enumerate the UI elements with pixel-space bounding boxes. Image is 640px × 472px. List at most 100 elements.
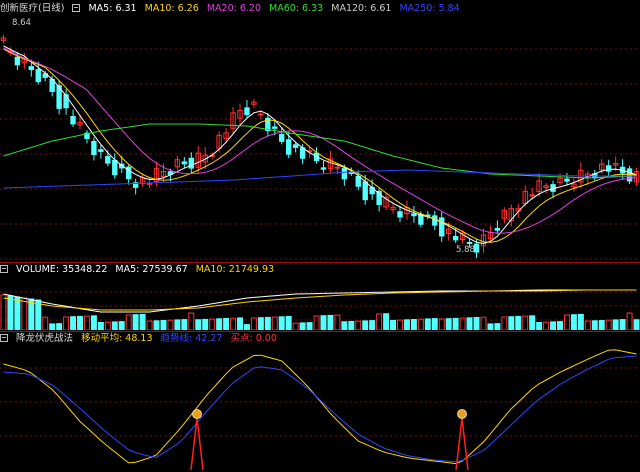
candle-body <box>439 217 445 237</box>
volume-bar <box>306 322 313 330</box>
volume-bar <box>543 321 550 330</box>
volume-bar <box>431 318 438 330</box>
volume-bar <box>216 318 223 330</box>
volume-bar <box>139 313 146 330</box>
candle-body <box>279 134 285 142</box>
volume-bar <box>257 317 264 330</box>
candle-body <box>411 213 417 217</box>
volume-bar <box>125 314 132 330</box>
volume-bar <box>348 321 355 330</box>
volume-bar <box>90 315 97 330</box>
volume-bar <box>299 322 306 330</box>
volume-bar <box>111 321 118 330</box>
window-square-icon[interactable] <box>0 265 8 273</box>
volume-bar <box>550 321 557 330</box>
volume-bar <box>598 320 605 330</box>
candle-body <box>334 166 341 169</box>
volume-bar <box>515 315 522 330</box>
window-square-icon[interactable] <box>72 4 81 12</box>
volume-bar <box>104 321 111 330</box>
volume-bar <box>70 316 77 330</box>
candle-body <box>35 69 41 83</box>
volume-bar <box>626 312 633 330</box>
indicator-chart[interactable] <box>0 346 640 472</box>
candle-body <box>466 241 473 244</box>
volume-bar <box>237 317 243 330</box>
volume-bar <box>42 316 49 330</box>
volume-bar <box>63 316 70 330</box>
money-bag-icon <box>457 409 467 419</box>
candle-body <box>181 161 188 165</box>
volume-bar <box>195 319 202 330</box>
volume-bar <box>278 316 285 330</box>
ma10-label: MA10: 6.26 <box>144 3 199 14</box>
buy-signal-spike <box>190 417 204 471</box>
candle-body <box>28 66 35 71</box>
window-square-icon[interactable] <box>0 334 8 342</box>
volume-bar <box>522 315 529 330</box>
volume-bar <box>355 320 362 330</box>
volume-ma5-line <box>3 289 637 313</box>
volume-bar <box>417 318 424 330</box>
volume-bar <box>403 319 410 330</box>
volume-bar <box>536 322 543 330</box>
volume-bar <box>49 323 56 330</box>
candle-body <box>14 56 21 66</box>
candle-body <box>355 175 361 187</box>
volume-legend: VOLUME: 35348.22 MA5: 27539.67 MA10: 217… <box>0 263 279 277</box>
volume-value: VOLUME: 35348.22 <box>16 264 108 275</box>
volume-bar <box>209 318 216 330</box>
volume-bar <box>83 315 90 330</box>
volume-bar <box>557 321 563 330</box>
volume-bar <box>605 319 612 330</box>
candlestick-chart[interactable] <box>0 16 640 262</box>
volume-bar <box>77 315 83 330</box>
moving-average-line <box>3 349 637 465</box>
volume-bar <box>487 323 494 330</box>
volume-bar <box>633 319 640 330</box>
price-legend: 创新医疗(日线) MA5: 6.31 MA10: 6.26 MA20: 6.20… <box>0 2 465 16</box>
volume-chart[interactable] <box>0 278 640 330</box>
volume-bar <box>160 320 167 330</box>
ma250-label: MA250: 5.84 <box>399 3 460 14</box>
volume-bar <box>619 319 626 330</box>
candle-body <box>397 211 403 218</box>
high-price-label: 8.64 <box>12 18 31 28</box>
candle-body <box>188 157 195 169</box>
ma5-line <box>3 45 637 245</box>
volume-ma10: MA10: 21749.93 <box>195 264 275 275</box>
volume-bar <box>327 314 334 330</box>
candle-body <box>258 113 264 116</box>
volume-bar <box>97 322 104 330</box>
candle-body <box>285 139 292 155</box>
candle-body <box>98 149 104 152</box>
volume-bar <box>167 319 174 330</box>
candle-body <box>362 181 368 201</box>
volume-bar <box>28 298 35 330</box>
volume-bar <box>341 321 348 330</box>
low-price-label: 5.88 <box>456 245 475 255</box>
volume-bar <box>271 316 278 330</box>
candle-body <box>473 243 480 253</box>
candle-body <box>564 178 570 182</box>
volume-bar <box>494 323 501 330</box>
volume-bar <box>243 324 250 330</box>
volume-bar <box>383 313 390 330</box>
ma20-label: MA20: 6.20 <box>206 3 262 14</box>
candle-body <box>348 171 355 174</box>
volume-bar <box>376 313 383 330</box>
candle-body <box>70 116 76 125</box>
candle-body <box>91 140 97 156</box>
volume-bar <box>118 321 125 330</box>
volume-bar <box>570 314 577 330</box>
volume-bar <box>480 316 487 330</box>
trend-line <box>3 355 637 463</box>
volume-bar <box>438 318 445 330</box>
candle-body <box>605 165 612 172</box>
candle-body <box>341 168 348 180</box>
candle-body <box>244 107 250 116</box>
money-bag-icon <box>192 409 202 419</box>
stock-title[interactable]: 创新医疗(日线) <box>0 3 64 14</box>
volume-bar <box>410 319 417 330</box>
volume-bar <box>584 320 591 330</box>
